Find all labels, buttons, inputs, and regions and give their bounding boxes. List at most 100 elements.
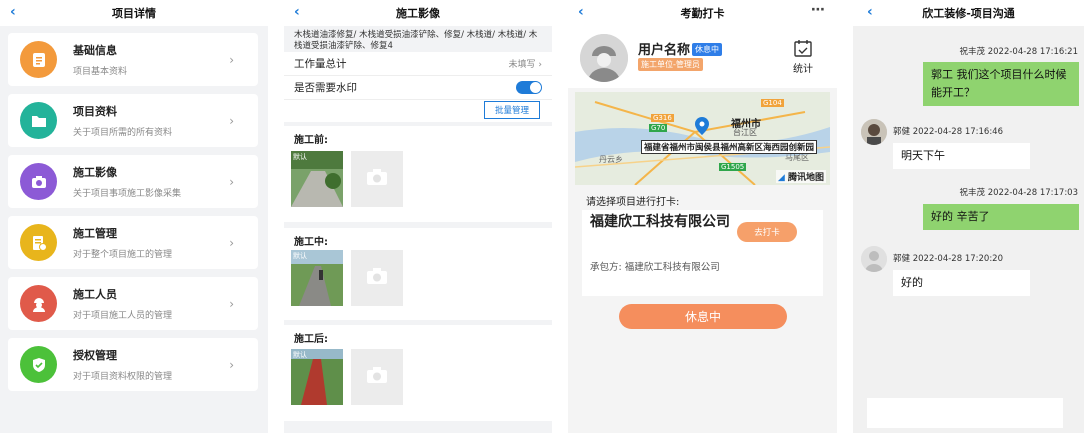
chevron-right-icon: › bbox=[229, 174, 234, 189]
photo-thumbnail[interactable]: 默认 bbox=[291, 349, 343, 405]
message-bubble: 明天下午 bbox=[893, 143, 1030, 169]
back-arrow-icon[interactable]: ‹ bbox=[867, 3, 873, 21]
menu-item-subtitle: 关于项目事项施工影像采集 bbox=[73, 189, 182, 199]
workload-value: 未填写 bbox=[508, 60, 536, 70]
header: ‹ 考勤打卡 ⋯ bbox=[568, 0, 837, 26]
menu-item-project-files[interactable]: 项目资料 关于项目所需的所有资料 › bbox=[8, 94, 258, 147]
back-arrow-icon[interactable]: ‹ bbox=[10, 3, 16, 21]
user-bar: 用户名称 休息中 施工单位-管理员 统计 bbox=[568, 26, 837, 88]
message-bubble: 郭工 我们这个项目什么时候能开工？ bbox=[923, 62, 1079, 106]
section-after: 施工后: 默认 bbox=[284, 325, 552, 421]
menu-item-subtitle: 对于整个项目施工的管理 bbox=[73, 250, 173, 260]
menu-item-title: 项目资料 bbox=[73, 105, 117, 118]
page-title: 考勤打卡 bbox=[680, 7, 725, 20]
statistics-button[interactable]: 统计 bbox=[793, 39, 813, 75]
message-meta: 郭健 2022-04-28 17:20:20 bbox=[893, 252, 1003, 264]
task-description: 木栈道油漆修复/ 木栈道受损油漆铲除、修复/ 木栈道/ 木栈道/ 木栈道受损油漆… bbox=[284, 26, 552, 52]
menu-item-subtitle: 项目基本资料 bbox=[73, 67, 128, 77]
photo-stamp: 默认 bbox=[293, 351, 307, 359]
message-time: 2022-04-28 17:16:21 bbox=[987, 47, 1078, 57]
map-view[interactable]: G104 G316 G70 G1505 丹云乡 马尾区 福州市 台江区 福建省福… bbox=[575, 92, 830, 185]
page-title: 项目详情 bbox=[112, 7, 156, 20]
menu-item-title: 基础信息 bbox=[73, 44, 117, 57]
menu-item-subtitle: 关于项目所需的所有资料 bbox=[73, 128, 173, 138]
message-time: 2022-04-28 17:16:46 bbox=[912, 127, 1003, 137]
menu-item-title: 施工影像 bbox=[73, 166, 117, 179]
menu-item-title: 施工管理 bbox=[73, 227, 117, 240]
section-title: 施工前: bbox=[294, 135, 328, 146]
header: ‹ 欣工装修-项目沟通 bbox=[853, 0, 1084, 26]
more-icon[interactable]: ⋯ bbox=[811, 2, 825, 18]
company-name: 福建欣工科技有限公司 bbox=[590, 214, 730, 230]
document-icon bbox=[20, 41, 57, 78]
map-label: G1505 bbox=[719, 163, 747, 171]
menu-item-basic-info[interactable]: 基础信息 项目基本资料 › bbox=[8, 33, 258, 86]
message-input[interactable] bbox=[867, 398, 1063, 428]
chat-screen: ‹ 欣工装修-项目沟通 祝丰茂 2022-04-28 17:16:21 郭工 我… bbox=[853, 0, 1084, 433]
avatar bbox=[861, 246, 887, 272]
photo-stamp: 默认 bbox=[293, 252, 307, 260]
user-role-badge: 施工单位-管理员 bbox=[638, 58, 703, 71]
camera-icon bbox=[366, 366, 388, 388]
map-label: 丹云乡 bbox=[599, 155, 623, 164]
folder-icon bbox=[20, 102, 57, 139]
message-sender: 郭健 bbox=[893, 254, 911, 264]
construction-images-screen: ‹ 施工影像 木栈道油漆修复/ 木栈道受损油漆铲除、修复/ 木栈道/ 木栈道/ … bbox=[284, 0, 552, 433]
add-photo-placeholder[interactable] bbox=[351, 349, 403, 405]
message-meta: 郭健 2022-04-28 17:16:46 bbox=[893, 125, 1003, 137]
photo-thumbnail[interactable]: 默认 bbox=[291, 151, 343, 207]
project-card: 福建欣工科技有限公司 去打卡 承包方: 福建欣工科技有限公司 bbox=[582, 210, 823, 296]
photo-stamp: 默认 bbox=[293, 153, 307, 161]
menu-item-authorization[interactable]: 授权管理 对于项目资料权限的管理 › bbox=[8, 338, 258, 391]
section-before: 施工前: 默认 bbox=[284, 126, 552, 222]
rest-status-button[interactable]: 休息中 bbox=[619, 304, 787, 329]
message-bubble: 好的 辛苦了 bbox=[923, 204, 1079, 230]
location-pin-icon bbox=[695, 117, 709, 139]
map-district-label: 台江区 bbox=[733, 128, 757, 137]
back-arrow-icon[interactable]: ‹ bbox=[294, 3, 300, 21]
menu-item-construction-staff[interactable]: 施工人员 对于项目施工人员的管理 › bbox=[8, 277, 258, 330]
header: ‹ 施工影像 bbox=[284, 0, 552, 26]
chevron-right-icon: › bbox=[229, 52, 234, 67]
attendance-screen: ‹ 考勤打卡 ⋯ 用户名称 休息中 施工单位-管理员 统计 G104 G316 G… bbox=[568, 0, 837, 433]
add-photo-placeholder[interactable] bbox=[351, 250, 403, 306]
menu-item-construction-images[interactable]: 施工影像 关于项目事项施工影像采集 › bbox=[8, 155, 258, 208]
workload-row[interactable]: 工作量总计 未填写 › bbox=[284, 52, 552, 76]
add-photo-placeholder[interactable] bbox=[351, 151, 403, 207]
photo-thumbnail[interactable]: 默认 bbox=[291, 250, 343, 306]
back-arrow-icon[interactable]: ‹ bbox=[578, 3, 584, 21]
contractor-label: 承包方: 福建欣工科技有限公司 bbox=[590, 262, 720, 273]
calendar-icon bbox=[793, 39, 813, 60]
menu-item-construction-management[interactable]: 施工管理 对于整个项目施工的管理 › bbox=[8, 216, 258, 269]
watermark-toggle[interactable] bbox=[516, 81, 542, 94]
status-badge: 休息中 bbox=[692, 43, 723, 56]
address-label: 福建省福州市闽侯县福州高新区海西园创新园 bbox=[641, 140, 818, 154]
map-provider-label: 腾讯地图 bbox=[787, 173, 824, 183]
shield-check-icon bbox=[20, 346, 57, 383]
page-title: 欣工装修-项目沟通 bbox=[922, 7, 1015, 20]
user-name: 用户名称 bbox=[638, 43, 691, 58]
menu-item-title: 施工人员 bbox=[73, 288, 117, 301]
project-detail-screen: ‹ 项目详情 基础信息 项目基本资料 › 项目资料 关于项目所需的所有资料 › … bbox=[0, 0, 268, 433]
message-sender: 郭健 bbox=[893, 127, 911, 137]
map-label: G316 bbox=[651, 114, 674, 122]
message-sender: 祝丰茂 bbox=[959, 47, 986, 57]
camera-icon bbox=[20, 163, 57, 200]
punch-in-button[interactable]: 去打卡 bbox=[737, 222, 797, 242]
page-title: 施工影像 bbox=[396, 7, 440, 20]
chevron-right-icon: › bbox=[229, 113, 234, 128]
message-bubble: 好的 bbox=[893, 270, 1030, 296]
message-sender: 祝丰茂 bbox=[959, 188, 986, 198]
map-label: G70 bbox=[649, 124, 668, 132]
workload-label: 工作量总计 bbox=[294, 58, 347, 70]
watermark-row: 是否需要水印 bbox=[284, 76, 552, 100]
menu-item-title: 授权管理 bbox=[73, 349, 117, 362]
chevron-right-icon: › bbox=[229, 357, 234, 372]
menu-item-subtitle: 对于项目施工人员的管理 bbox=[73, 311, 173, 321]
message-time: 2022-04-28 17:20:20 bbox=[912, 254, 1003, 264]
batch-manage-button[interactable]: 批量管理 bbox=[483, 101, 540, 119]
camera-icon bbox=[366, 267, 388, 289]
section-title: 施工后: bbox=[294, 334, 328, 345]
chevron-right-icon: › bbox=[229, 296, 234, 311]
message-time: 2022-04-28 17:17:03 bbox=[987, 188, 1078, 198]
